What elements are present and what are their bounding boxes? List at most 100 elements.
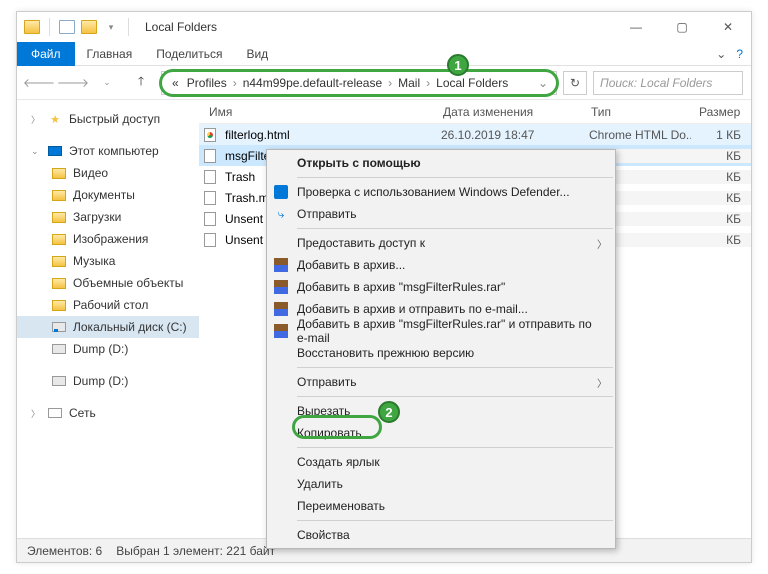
file-size: 1 КБ [691,128,751,142]
sidebar-item-documents[interactable]: Документы [17,184,199,206]
file-icon [201,128,219,142]
forward-button[interactable]: 🡒 [59,69,87,97]
menu-properties[interactable]: Свойства [267,524,615,546]
sidebar-item-drive-d2[interactable]: Dump (D:) [17,370,199,392]
sidebar-item-desktop[interactable]: Рабочий стол [17,294,199,316]
tab-view[interactable]: Вид [234,43,280,65]
column-name[interactable]: Имя [201,105,435,119]
help-icon[interactable]: ? [736,47,743,61]
breadcrumb-dropdown-icon[interactable]: ⌄ [536,76,550,90]
menu-label: Отправить [297,375,357,389]
file-tab[interactable]: Файл [17,42,75,66]
menu-restore-version[interactable]: Восстановить прежнюю версию [267,342,615,364]
menu-add-rar[interactable]: Добавить в архив "msgFilterRules.rar" [267,276,615,298]
ribbon-expand-icon[interactable]: ⌄ [716,47,726,61]
sidebar-item-music[interactable]: Музыка [17,250,199,272]
menu-give-access[interactable]: Предоставить доступ к〉 [267,232,615,254]
qat-newfolder-icon[interactable] [80,18,98,36]
menu-label: Удалить [297,477,343,491]
address-bar: 🡐 🡒 ⌄ 🡑 « Profiles › n44m99pe.default-re… [17,66,751,100]
qat-dropdown-icon[interactable]: ▾ [102,18,120,36]
chevron-right-icon[interactable]: › [386,76,394,90]
file-row[interactable]: filterlog.html 26.10.2019 18:47 Chrome H… [199,124,751,145]
sidebar-item-pictures[interactable]: Изображения [17,228,199,250]
recent-dropdown[interactable]: ⌄ [93,69,121,97]
column-type[interactable]: Тип [583,105,691,119]
annotation-badge-2: 2 [378,401,400,423]
share-icon: ⤷ [273,206,289,222]
navigation-pane: 〉★Быстрый доступ ⌄Этот компьютер Видео Д… [17,100,199,530]
file-icon [201,212,219,226]
sidebar-item-downloads[interactable]: Загрузки [17,206,199,228]
menu-send-to[interactable]: Отправить〉 [267,371,615,393]
breadcrumb-overflow[interactable]: « [168,76,183,90]
menu-label: Отправить [297,207,357,221]
menu-label: Копировать [297,426,362,440]
menu-label: Добавить в архив "msgFilterRules.rar" [297,280,505,294]
rar-icon [273,279,289,295]
status-selection: Выбран 1 элемент: 221 байт [116,544,275,558]
menu-label: Проверка с использованием Windows Defend… [297,185,570,199]
sidebar-item-quick-access[interactable]: 〉★Быстрый доступ [17,108,199,130]
file-type: Chrome HTML Do... [583,128,691,142]
file-icon [201,149,219,163]
file-icon [201,170,219,184]
close-button[interactable]: ✕ [705,12,751,42]
refresh-button[interactable]: ↻ [563,71,587,95]
sidebar-label: Объемные объекты [73,276,183,290]
sidebar-label: Изображения [73,232,148,246]
column-size[interactable]: Размер [691,105,751,119]
tab-home[interactable]: Главная [75,43,145,65]
maximize-button[interactable]: ▢ [659,12,705,42]
menu-cut[interactable]: Вырезать [267,400,615,422]
menu-share[interactable]: ⤷ Отправить [267,203,615,225]
breadcrumb-item[interactable]: n44m99pe.default-release [239,76,386,90]
breadcrumb-item[interactable]: Local Folders [432,76,512,90]
sidebar-label: Документы [73,188,135,202]
menu-defender-scan[interactable]: Проверка с использованием Windows Defend… [267,181,615,203]
menu-label: Переименовать [297,499,385,513]
menu-create-shortcut[interactable]: Создать ярлык [267,451,615,473]
sidebar-label: Быстрый доступ [69,112,160,126]
menu-copy[interactable]: Копировать [267,422,615,444]
context-menu: Открыть с помощью Проверка с использован… [266,149,616,549]
sidebar-item-network[interactable]: 〉Сеть [17,402,199,424]
status-count: Элементов: 6 [27,544,102,558]
sidebar-item-drive-d[interactable]: Dump (D:) [17,338,199,360]
rar-icon [273,257,289,273]
minimize-button[interactable]: — [613,12,659,42]
annotation-badge-1: 1 [447,54,469,76]
back-button[interactable]: 🡐 [25,69,53,97]
column-headers: Имя Дата изменения Тип Размер [199,100,751,124]
menu-add-archive[interactable]: Добавить в архив... [267,254,615,276]
file-name: filterlog.html [219,128,435,142]
sidebar-item-3d-objects[interactable]: Объемные объекты [17,272,199,294]
menu-label: Открыть с помощью [297,156,421,170]
menu-delete[interactable]: Удалить [267,473,615,495]
qat-properties-icon[interactable] [58,18,76,36]
search-input[interactable]: Поиск: Local Folders [593,71,743,95]
app-icon [23,18,41,36]
sidebar-label: Музыка [73,254,115,268]
sidebar-item-this-pc[interactable]: ⌄Этот компьютер [17,140,199,162]
menu-rename[interactable]: Переименовать [267,495,615,517]
breadcrumb-item[interactable]: Profiles [183,76,231,90]
chevron-right-icon[interactable]: › [231,76,239,90]
up-button[interactable]: 🡑 [127,69,155,97]
sidebar-item-videos[interactable]: Видео [17,162,199,184]
menu-label: Добавить в архив и отправить по e-mail..… [297,302,528,316]
column-date[interactable]: Дата изменения [435,105,583,119]
rar-icon [273,301,289,317]
sidebar-item-drive-c[interactable]: Локальный диск (C:) [17,316,199,338]
chevron-right-icon[interactable]: › [424,76,432,90]
file-icon [201,191,219,205]
menu-open-with[interactable]: Открыть с помощью [267,152,615,174]
breadcrumb[interactable]: « Profiles › n44m99pe.default-release › … [161,71,557,95]
breadcrumb-item[interactable]: Mail [394,76,424,90]
chevron-right-icon: 〉 [597,236,607,251]
menu-add-rar-email[interactable]: Добавить в архив "msgFilterRules.rar" и … [267,320,615,342]
sidebar-label: Сеть [69,406,96,420]
tab-share[interactable]: Поделиться [144,43,234,65]
sidebar-label: Локальный диск (C:) [73,320,187,334]
ribbon-tabs: Файл Главная Поделиться Вид ⌄ ? [17,42,751,66]
